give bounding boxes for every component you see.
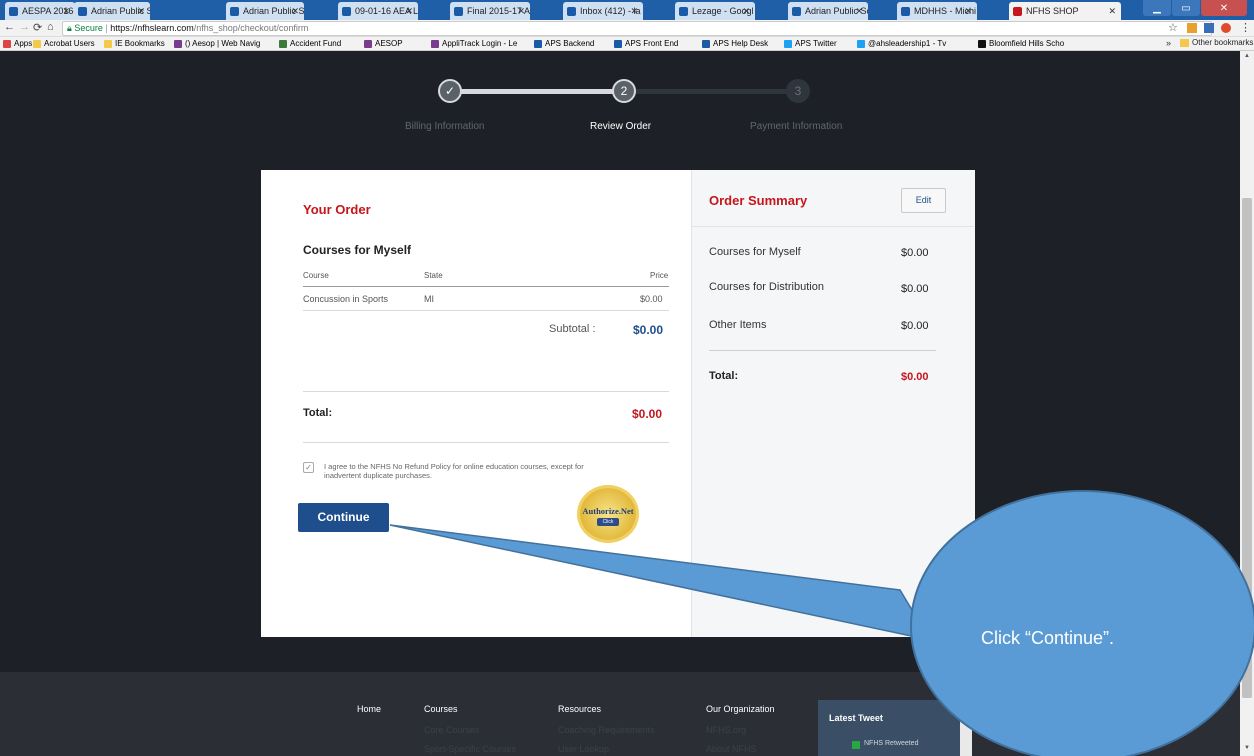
bookmark-label: AppliTrack Login - Le	[442, 39, 518, 48]
bookmark-label: @ahsleadership1 - Tv	[868, 39, 947, 48]
bookmark-item[interactable]: @ahsleadership1 - Tv	[857, 39, 946, 48]
aps-icon	[614, 39, 622, 48]
twitter-icon	[784, 39, 792, 48]
bookmark-item[interactable]: IE Bookmarks	[104, 39, 165, 48]
browser-tab[interactable]: Inbox (412) - la ✕	[563, 2, 643, 20]
tab-label: NFHS SHOP	[1026, 6, 1079, 16]
browser-tab[interactable]: NFHS SHOP ✕	[1009, 2, 1121, 20]
browser-tab[interactable]: Lezage - Googl ✕	[675, 2, 755, 20]
bookmark-label: APS Twitter	[795, 39, 837, 48]
browser-tab[interactable]: Adrian Public Sc✕	[788, 2, 868, 20]
tab-favicon-icon	[679, 6, 688, 16]
folder-icon	[33, 39, 41, 48]
bookmark-label: Bloomfield Hills Scho	[989, 39, 1065, 48]
twitter-icon	[857, 39, 865, 48]
callout-bubble	[910, 490, 1254, 756]
tab-favicon-icon	[901, 6, 910, 16]
bookmark-item[interactable]: AppliTrack Login - Le	[431, 39, 517, 48]
tab-favicon-icon	[78, 6, 87, 16]
aesop-icon	[364, 39, 372, 48]
bookmark-label: IE Bookmarks	[115, 39, 165, 48]
aesop-icon	[431, 39, 439, 48]
bookmark-label: APS Front End	[625, 39, 679, 48]
tab-favicon-icon	[567, 6, 576, 16]
tab-close-icon[interactable]: ✕	[855, 6, 863, 17]
browser-tab[interactable]: MDHHS - Michi ✕	[897, 2, 977, 20]
tab-favicon-icon	[454, 6, 463, 16]
aps-icon	[702, 39, 710, 48]
bookmark-label: Acrobat Users	[44, 39, 95, 48]
callout-text: Click “Continue”.	[981, 628, 1115, 648]
bookmark-item[interactable]: Apps	[3, 39, 32, 48]
aesop-icon	[174, 39, 182, 48]
tab-favicon-icon	[792, 6, 801, 16]
bookmark-label: AESOP	[375, 39, 403, 48]
bookmark-item[interactable]: APS Front End	[614, 39, 678, 48]
tab-close-icon[interactable]: ✕	[1108, 6, 1116, 17]
tab-close-icon[interactable]: ✕	[964, 6, 972, 17]
bookmark-label: () Aesop | Web Navig	[185, 39, 261, 48]
bookmark-item[interactable]: Acrobat Users	[33, 39, 95, 48]
bookmark-item[interactable]: Accident Fund	[279, 39, 341, 48]
tab-close-icon[interactable]: ✕	[291, 6, 299, 17]
tab-close-icon[interactable]: ✕	[742, 6, 750, 17]
bookmark-item[interactable]: APS Twitter	[784, 39, 837, 48]
tab-close-icon[interactable]: ✕	[405, 6, 413, 17]
bookmark-item[interactable]: AESOP	[364, 39, 403, 48]
browser-tab[interactable]: Adrian Public Sc✕	[226, 2, 304, 20]
browser-tab[interactable]: Final 2015-17 A ✕	[450, 2, 530, 20]
tab-close-icon[interactable]: ✕	[137, 6, 145, 17]
bookmark-item[interactable]: APS Help Desk	[702, 39, 768, 48]
bloomfield-icon	[978, 39, 986, 48]
callout-pointer	[389, 524, 932, 642]
aps-icon	[534, 39, 542, 48]
bookmark-label: APS Backend	[545, 39, 595, 48]
accident-fund-icon	[279, 39, 287, 48]
tab-close-icon[interactable]: ✕	[517, 6, 525, 17]
browser-tab[interactable]: Adrian Public Sc✕	[74, 2, 150, 20]
bookmark-label: APS Help Desk	[713, 39, 769, 48]
bookmark-item[interactable]: () Aesop | Web Navig	[174, 39, 260, 48]
folder-icon	[104, 39, 112, 48]
bookmark-label: Apps	[14, 39, 33, 48]
tab-favicon-icon	[230, 6, 239, 16]
apps-grid-icon	[3, 39, 11, 48]
tab-close-icon[interactable]: ✕	[630, 6, 638, 17]
tab-favicon-icon	[342, 6, 351, 16]
browser-tab[interactable]: 09-01-16 AEA L ✕	[338, 2, 418, 20]
tab-close-icon[interactable]: ✕	[62, 6, 70, 17]
browser-tab[interactable]: AESPA 2016-17✕	[5, 2, 75, 20]
bookmark-item[interactable]: APS Backend	[534, 39, 594, 48]
tab-favicon-icon	[9, 6, 18, 16]
tab-favicon-icon	[1013, 6, 1022, 16]
bookmark-item[interactable]: Bloomfield Hills Scho	[978, 39, 1064, 48]
bookmark-label: Accident Fund	[290, 39, 342, 48]
